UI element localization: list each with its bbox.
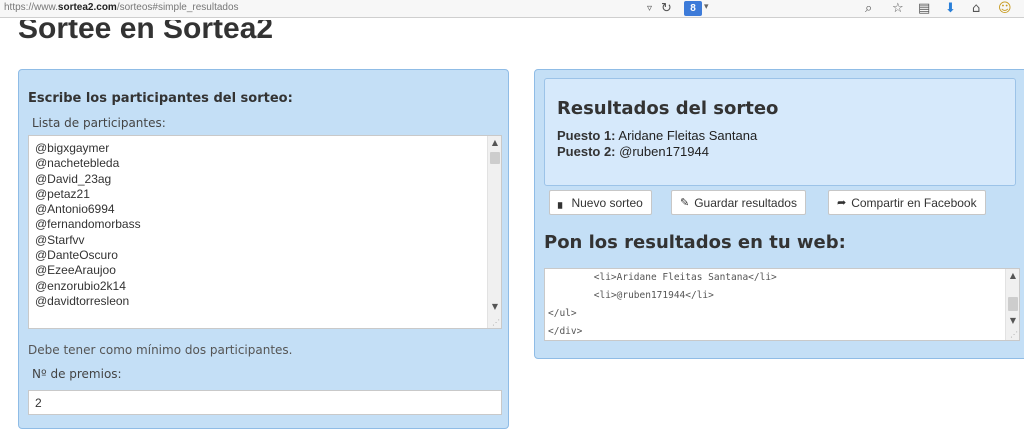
code-line: <li>@ruben171944</li> xyxy=(548,290,714,301)
save-results-button[interactable]: ✎ Guardar resultados xyxy=(671,190,806,215)
place-1-label: Puesto 1: xyxy=(557,128,616,143)
participants-list: @bigxgaymer @nachetebleda @David_23ag @peta… xyxy=(29,136,501,309)
code-line: </ul> xyxy=(548,308,577,319)
url-path: /sorteos#simple_resultados xyxy=(116,2,239,13)
participant-line: @petaz21 xyxy=(35,186,90,201)
place-2-name: @ruben171944 xyxy=(619,144,709,159)
participants-textarea[interactable]: @bigxgaymer @nachetebleda @David_23ag @peta… xyxy=(28,135,502,329)
participant-line: @Antonio6994 xyxy=(35,202,115,217)
search-engine-dropdown-icon[interactable]: ▾ xyxy=(704,2,709,12)
scroll-up-icon[interactable]: ▲ xyxy=(1006,269,1019,283)
embed-code-textarea[interactable]: <li>Aridane Fleitas Santana</li> <li>@ru… xyxy=(544,268,1020,341)
new-draw-button[interactable]: ▖ Nuevo sorteo xyxy=(549,190,652,215)
prizes-label: Nº de premios: xyxy=(32,367,122,381)
participants-scrollbar[interactable]: ▲ ▼ xyxy=(487,136,501,328)
place-1-name: Aridane Fleitas Santana xyxy=(618,128,758,143)
save-results-label: Guardar resultados xyxy=(694,195,797,210)
share-icon: ➦ xyxy=(837,197,847,209)
participants-panel: Escribe los participantes del sorteo: Li… xyxy=(18,69,509,429)
star-icon[interactable]: ☆ xyxy=(892,1,904,17)
dropdown-arrow-icon[interactable]: ▿ xyxy=(647,1,652,17)
code-line: </div> xyxy=(548,326,583,337)
participant-line: @Starfvv xyxy=(35,232,85,247)
resize-grip-icon[interactable]: ⋰ xyxy=(492,319,500,327)
results-box: Resultados del sorteo Puesto 1: Aridane … xyxy=(544,78,1016,186)
browser-url-bar[interactable]: https://www.sortea2.com/sorteos#simple_r… xyxy=(0,0,1024,18)
embed-title: Pon los resultados en tu web: xyxy=(544,232,846,253)
participant-line: @davidtorresleon xyxy=(35,293,130,308)
results-panel: Resultados del sorteo Puesto 1: Aridane … xyxy=(534,69,1024,359)
participant-line: @David_23ag xyxy=(35,171,112,186)
scroll-thumb[interactable] xyxy=(490,152,500,164)
address-field[interactable]: https://www.sortea2.com/sorteos#simple_r… xyxy=(4,2,239,13)
url-prefix: https://www. xyxy=(4,2,58,13)
place-1: Puesto 1: Aridane Fleitas Santana xyxy=(557,128,757,143)
file-icon: ▖ xyxy=(558,197,567,209)
addon-icon[interactable]: ☺ xyxy=(998,1,1012,17)
code-line: <li>Aridane Fleitas Santana</li> xyxy=(548,272,777,283)
new-draw-label: Nuevo sorteo xyxy=(571,195,643,210)
url-host: sortea2.com xyxy=(57,2,117,13)
share-facebook-button[interactable]: ➦ Compartir en Facebook xyxy=(828,190,986,215)
refresh-icon[interactable]: ↻ xyxy=(661,1,672,17)
embed-code: <li>Aridane Fleitas Santana</li> <li>@ru… xyxy=(545,269,1019,340)
participant-line: @fernandomorbass xyxy=(35,217,141,232)
participant-line: @EzeeAraujoo xyxy=(35,263,116,278)
results-title: Resultados del sorteo xyxy=(557,98,779,119)
place-2: Puesto 2: @ruben171944 xyxy=(557,144,709,159)
participants-list-label: Lista de participantes: xyxy=(32,116,166,130)
participant-line: @enzorubio2k14 xyxy=(35,278,126,293)
download-icon[interactable]: ⬇ xyxy=(945,1,956,17)
scroll-down-icon[interactable]: ▼ xyxy=(488,300,501,314)
share-facebook-label: Compartir en Facebook xyxy=(851,195,977,210)
resize-grip-icon[interactable]: ⋰ xyxy=(1010,331,1018,339)
bookmarks-icon[interactable]: ▤ xyxy=(918,1,930,17)
scroll-up-icon[interactable]: ▲ xyxy=(488,136,501,150)
participant-line: @nachetebleda xyxy=(35,156,120,171)
home-icon[interactable]: ⌂ xyxy=(972,1,980,17)
prizes-input[interactable]: 2 xyxy=(28,390,502,415)
participant-line: @bigxgaymer xyxy=(35,141,110,155)
scroll-thumb[interactable] xyxy=(1008,297,1018,311)
edit-icon: ✎ xyxy=(680,197,690,209)
search-engine-icon[interactable]: 8 xyxy=(684,1,702,16)
place-2-label: Puesto 2: xyxy=(557,144,616,159)
min-participants-hint: Debe tener como mínimo dos participantes… xyxy=(28,343,293,357)
participant-line: @DanteOscuro xyxy=(35,248,118,263)
search-icon[interactable]: ⌕ xyxy=(865,1,872,17)
scroll-down-icon[interactable]: ▼ xyxy=(1006,314,1019,328)
participants-heading: Escribe los participantes del sorteo: xyxy=(28,91,293,106)
